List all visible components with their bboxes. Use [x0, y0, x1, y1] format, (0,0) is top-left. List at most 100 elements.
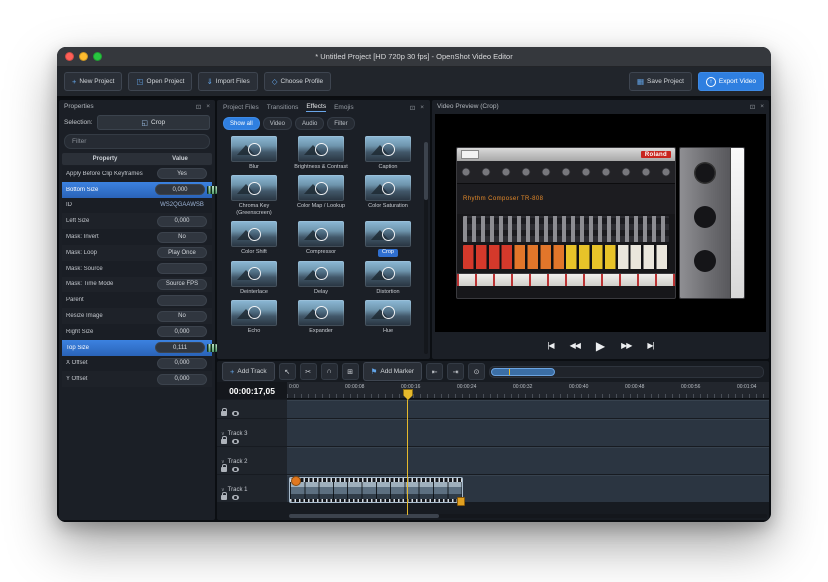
- list-item[interactable]: Color Saturation: [355, 173, 421, 218]
- selection-dropdown[interactable]: ◱ Crop: [97, 115, 210, 130]
- list-item-selected-crop[interactable]: Crop: [355, 219, 421, 257]
- eye-icon[interactable]: [232, 467, 239, 472]
- list-item[interactable]: Hue: [355, 298, 421, 336]
- track-lane[interactable]: [287, 447, 769, 474]
- track-header[interactable]: ∨Track 3: [217, 419, 287, 446]
- clip-effect-badge[interactable]: [291, 476, 301, 486]
- list-item[interactable]: Compressor: [288, 219, 354, 257]
- eye-icon[interactable]: [232, 495, 239, 500]
- rewind-button[interactable]: ◀◀: [570, 342, 580, 350]
- new-project-button[interactable]: +New Project: [64, 72, 122, 91]
- track-lane[interactable]: [287, 475, 769, 502]
- list-item[interactable]: Delay: [288, 259, 354, 297]
- jump-start-button[interactable]: |◀: [547, 342, 553, 350]
- property-value[interactable]: 0,111: [155, 342, 205, 353]
- table-row[interactable]: Resize ImageNo: [62, 308, 212, 324]
- playhead-handle[interactable]: [403, 389, 413, 400]
- track-lane[interactable]: [287, 419, 769, 446]
- next-marker-button[interactable]: ⇥: [447, 363, 464, 380]
- float-panel-icon[interactable]: ⊡: [750, 103, 755, 111]
- snapping-toggle-button[interactable]: ∩: [321, 363, 338, 380]
- filter-filter-button[interactable]: Filter: [327, 117, 354, 130]
- list-item[interactable]: Brightness & Contrast: [288, 134, 354, 172]
- add-marker-button[interactable]: ⚑Add Marker: [363, 362, 422, 381]
- tab-emojis[interactable]: Emojis: [334, 104, 354, 111]
- list-item[interactable]: Distortion: [355, 259, 421, 297]
- table-row[interactable]: Mask: Time ModeSource FPS: [62, 277, 212, 293]
- table-row[interactable]: Parent: [62, 292, 212, 308]
- property-value[interactable]: 0,000: [157, 216, 207, 227]
- float-panel-icon[interactable]: ⊡: [410, 104, 415, 112]
- close-panel-icon[interactable]: ×: [420, 104, 424, 112]
- jump-end-button[interactable]: ▶|: [647, 342, 653, 350]
- list-item[interactable]: Blur: [221, 134, 287, 172]
- table-row[interactable]: Right Size0,000: [62, 324, 212, 340]
- tab-effects[interactable]: Effects: [306, 103, 326, 112]
- float-panel-icon[interactable]: ⊡: [196, 103, 201, 111]
- list-item[interactable]: Color Map / Lookup: [288, 173, 354, 218]
- minimize-window-button[interactable]: [79, 52, 88, 61]
- property-value[interactable]: No: [157, 311, 207, 322]
- track-header[interactable]: [217, 400, 287, 418]
- eye-icon[interactable]: [232, 439, 239, 444]
- open-project-button[interactable]: ◳Open Project: [128, 72, 192, 91]
- lock-icon[interactable]: [221, 411, 227, 416]
- properties-filter-input[interactable]: [64, 134, 210, 149]
- filter-audio-button[interactable]: Audio: [295, 117, 324, 130]
- property-value[interactable]: Play Once: [157, 247, 207, 258]
- import-files-button[interactable]: ⇓Import Files: [198, 72, 257, 91]
- table-row[interactable]: Top Size0,111: [62, 340, 212, 356]
- lock-icon[interactable]: [221, 495, 227, 500]
- table-row[interactable]: Mask: Source: [62, 261, 212, 277]
- property-value[interactable]: 0,000: [157, 326, 207, 337]
- filter-video-button[interactable]: Video: [263, 117, 292, 130]
- table-row[interactable]: Apply Before Clip KeyframesYes: [62, 166, 212, 182]
- track-lane[interactable]: [287, 400, 769, 418]
- close-panel-icon[interactable]: ×: [760, 103, 764, 111]
- video-clip[interactable]: [289, 477, 463, 503]
- timeline-zoom-scrollbar[interactable]: [489, 366, 764, 378]
- timeline-horizontal-scrollbar[interactable]: [289, 514, 767, 518]
- selection-tool-button[interactable]: ↖: [279, 363, 296, 380]
- zoom-range-handle[interactable]: [491, 368, 555, 376]
- list-item[interactable]: Expander: [288, 298, 354, 336]
- property-value[interactable]: [157, 263, 207, 274]
- playhead-line[interactable]: [407, 396, 408, 515]
- property-value[interactable]: 0,000: [155, 184, 205, 195]
- property-value[interactable]: Source FPS: [157, 279, 207, 290]
- export-video-button[interactable]: ↑Export Video: [698, 72, 764, 91]
- save-project-button[interactable]: ▦Save Project: [629, 72, 692, 91]
- tab-transitions[interactable]: Transitions: [267, 104, 299, 111]
- property-value[interactable]: Yes: [157, 168, 207, 179]
- filter-show-all-button[interactable]: Show all: [223, 117, 260, 130]
- add-track-button[interactable]: +Add Track: [222, 362, 275, 381]
- close-window-button[interactable]: [65, 52, 74, 61]
- fast-forward-button[interactable]: ▶▶: [621, 342, 631, 350]
- list-item[interactable]: Chroma Key (Greenscreen): [221, 173, 287, 218]
- table-row[interactable]: Mask: InvertNo: [62, 229, 212, 245]
- table-row[interactable]: Mask: LoopPlay Once: [62, 245, 212, 261]
- effects-scrollbar[interactable]: [424, 142, 428, 354]
- list-item[interactable]: Echo: [221, 298, 287, 336]
- lock-icon[interactable]: [221, 467, 227, 472]
- previous-marker-button[interactable]: ⇤: [426, 363, 443, 380]
- zoom-window-button[interactable]: [93, 52, 102, 61]
- list-item[interactable]: Color Shift: [221, 219, 287, 257]
- ruler-track[interactable]: 0:00 00:00:08 00:00:16 00:00:24 00:00:32…: [287, 382, 769, 399]
- razor-tool-button[interactable]: ✂: [300, 363, 317, 380]
- table-row[interactable]: Bottom Size0,000: [62, 182, 212, 198]
- tab-project-files[interactable]: Project Files: [223, 104, 259, 111]
- table-row[interactable]: X Offset0,000: [62, 356, 212, 372]
- center-playhead-button[interactable]: ⊙: [468, 363, 485, 380]
- choose-profile-button[interactable]: ◇Choose Profile: [264, 72, 331, 91]
- table-row[interactable]: Left Size0,000: [62, 213, 212, 229]
- track-header[interactable]: ∨Track 1: [217, 475, 287, 502]
- property-value[interactable]: 0,000: [157, 374, 207, 385]
- property-value[interactable]: [157, 295, 207, 306]
- play-button[interactable]: ▶: [596, 340, 605, 352]
- table-row[interactable]: IDWS2QGAAWSB: [62, 198, 212, 214]
- lock-icon[interactable]: [221, 439, 227, 444]
- table-row[interactable]: Y Offset0,000: [62, 371, 212, 387]
- list-item[interactable]: Deinterlace: [221, 259, 287, 297]
- eye-icon[interactable]: [232, 411, 239, 416]
